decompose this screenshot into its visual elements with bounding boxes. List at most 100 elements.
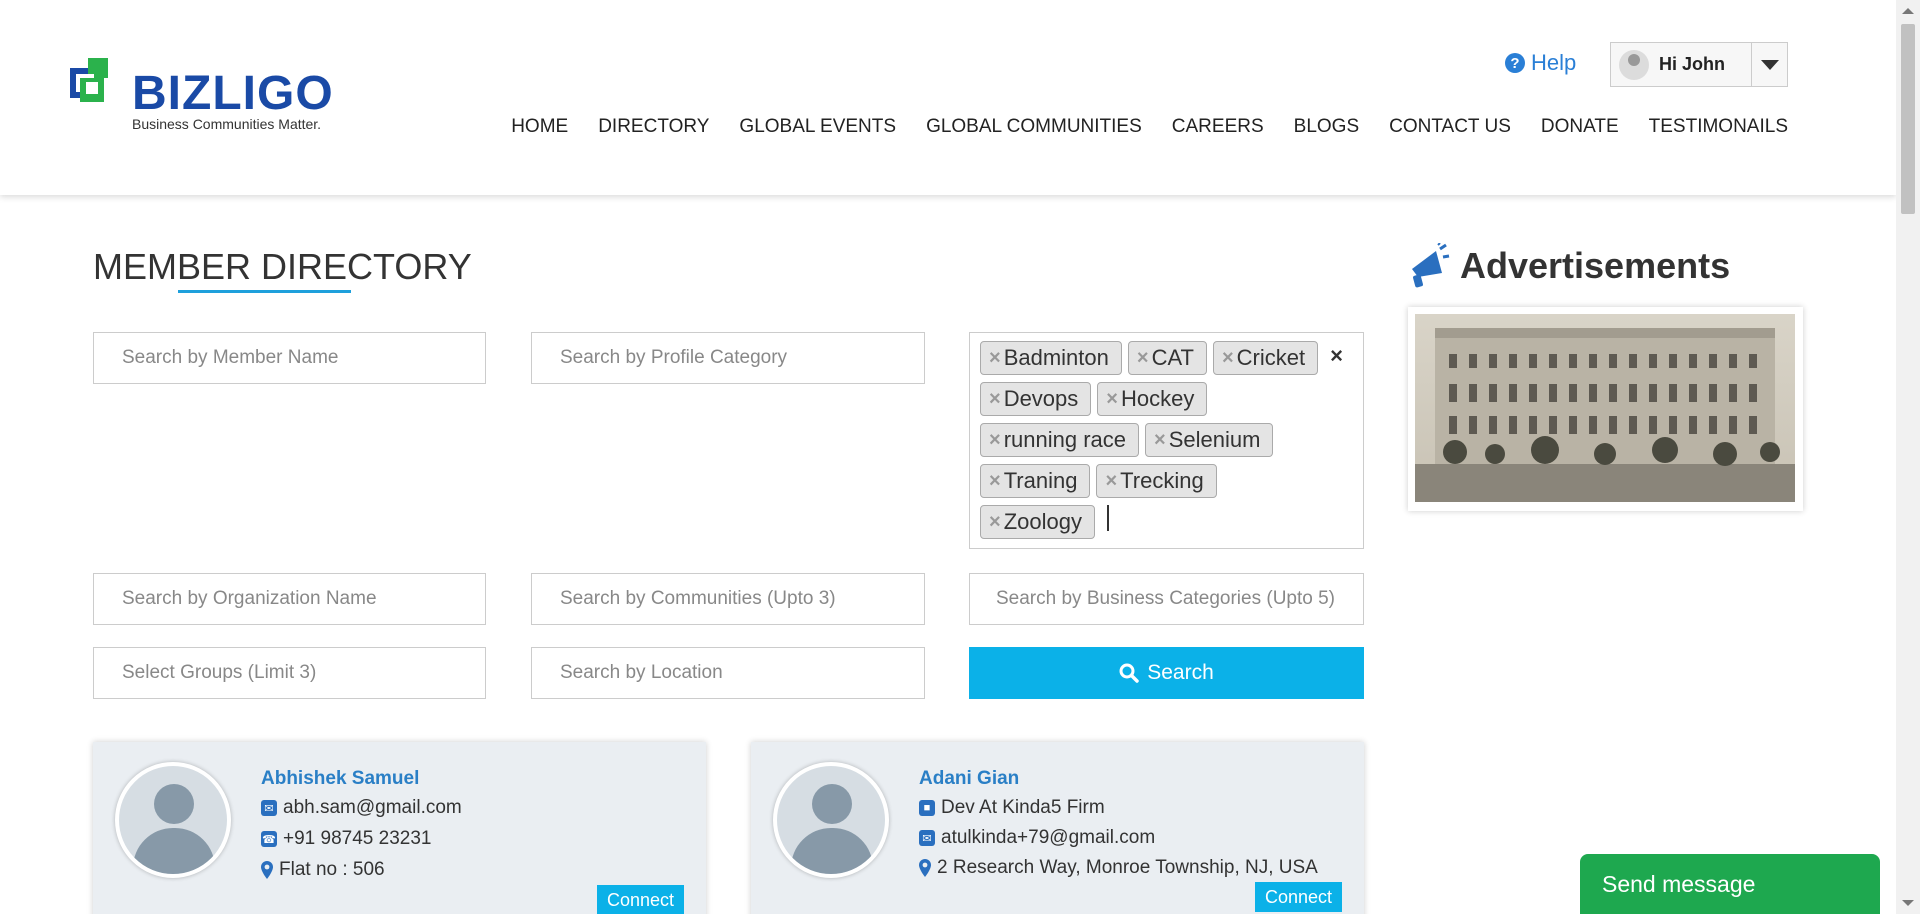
scroll-thumb[interactable] (1901, 24, 1915, 214)
member-phone: ☎ +91 98745 23231 (261, 828, 432, 849)
member-email: ✉ abh.sam@gmail.com (261, 797, 462, 819)
nav-home[interactable]: HOME (511, 116, 568, 138)
tag-chip: × Cricket (1212, 341, 1319, 375)
search-icon (1119, 663, 1139, 683)
member-card: Adani Gian ■ Dev At Kinda5 Firm ✉ atulki… (751, 742, 1364, 914)
title-underline (178, 290, 351, 293)
tag-chip: × Hockey (1097, 382, 1208, 416)
tags-multiselect[interactable]: × Badminton × CAT × Cricket × Devops × Hockey × run… (969, 332, 1364, 549)
tag-remove-icon[interactable]: × (1222, 347, 1234, 370)
nav-global-events[interactable]: GLOBAL EVENTS (739, 116, 896, 138)
business-categories-input[interactable]: Search by Business Categories (Upto 5) (969, 573, 1364, 625)
tag-remove-icon[interactable]: × (989, 429, 1001, 452)
location-input[interactable]: Search by Location (531, 647, 925, 699)
ads-header: Advertisements (1408, 243, 1730, 289)
help-link[interactable]: ? Help (1505, 50, 1576, 76)
connect-button[interactable]: Connect (1255, 882, 1343, 912)
nav-careers[interactable]: CAREERS (1172, 116, 1264, 138)
member-avatar (115, 762, 231, 878)
tag-label: Trecking (1120, 468, 1204, 493)
page: BIZLIGO Business Communities Matter. ? H… (0, 0, 1920, 914)
member-name-input[interactable]: Search by Member Name (93, 332, 486, 384)
site-header: BIZLIGO Business Communities Matter. ? H… (0, 0, 1896, 195)
search-label: Search (1147, 661, 1214, 684)
tag-remove-icon[interactable]: × (989, 388, 1001, 411)
tag-chip: × Badminton (980, 341, 1122, 375)
tag-remove-icon[interactable]: × (989, 470, 1001, 493)
nav-testimonials[interactable]: TESTIMONAILS (1649, 116, 1788, 138)
nav-contact-us[interactable]: CONTACT US (1389, 116, 1511, 138)
nav-donate[interactable]: DONATE (1541, 116, 1619, 138)
member-name[interactable]: Abhishek Samuel (261, 768, 419, 790)
scroll-up-icon[interactable] (1902, 8, 1914, 14)
tag-chip: × CAT (1127, 341, 1207, 375)
connect-button[interactable]: Connect (597, 885, 685, 914)
member-card: Abhishek Samuel ✉ abh.sam@gmail.com ☎ +9… (93, 742, 706, 914)
tag-label: Zoology (1003, 509, 1082, 534)
logo-mark-icon (70, 58, 108, 102)
member-email: ✉ atulkinda+79@gmail.com (919, 827, 1155, 849)
member-name[interactable]: Adani Gian (919, 768, 1019, 790)
tag-remove-icon[interactable]: × (1106, 388, 1118, 411)
tag-input-cursor[interactable] (1106, 505, 1109, 531)
user-menu[interactable]: Hi John (1610, 42, 1788, 87)
member-avatar (773, 762, 889, 878)
tag-remove-icon[interactable]: × (1105, 470, 1117, 493)
tag-label: Devops (1003, 386, 1079, 411)
tag-chip: × Trecking (1096, 464, 1217, 498)
envelope-icon: ✉ (261, 800, 277, 816)
phone-icon: ☎ (261, 831, 277, 847)
user-greeting: Hi John (1659, 54, 1725, 74)
user-menu-toggle[interactable] (1751, 43, 1787, 86)
tag-label: Badminton (1003, 345, 1109, 370)
profile-category-input[interactable]: Search by Profile Category (531, 332, 925, 384)
tag-label: Selenium (1168, 427, 1261, 452)
tag-chip: × Zoology (980, 505, 1095, 539)
selected-tags: × Badminton × CAT × Cricket × Devops × Hockey × run… (980, 341, 1330, 546)
briefcase-icon: ■ (919, 800, 935, 816)
tag-remove-icon[interactable]: × (989, 347, 1001, 370)
tag-chip: × Devops (980, 382, 1092, 416)
help-label: Help (1531, 50, 1577, 75)
megaphone-icon (1412, 243, 1450, 288)
bizligo-logo[interactable]: BIZLIGO Business Communities Matter. (70, 58, 340, 138)
page-scrollbar[interactable] (1896, 0, 1920, 914)
groups-select[interactable]: Select Groups (Limit 3) (93, 647, 486, 699)
nav-blogs[interactable]: BLOGS (1294, 116, 1359, 138)
help-icon: ? (1505, 53, 1525, 73)
member-address: 2 Research Way, Monroe Township, NJ, USA (919, 857, 1318, 879)
tag-label: CAT (1151, 345, 1194, 370)
tag-label: running race (1003, 427, 1126, 452)
nav-global-communities[interactable]: GLOBAL COMMUNITIES (926, 116, 1142, 138)
communities-input[interactable]: Search by Communities (Upto 3) (531, 573, 925, 625)
logo-text: BIZLIGO (132, 67, 334, 120)
caret-down-icon (1760, 59, 1779, 70)
tag-chip: × Traning (980, 464, 1091, 498)
tag-remove-icon[interactable]: × (1137, 347, 1149, 370)
nav-directory[interactable]: DIRECTORY (598, 116, 709, 138)
send-message-button[interactable]: Send message (1580, 854, 1880, 914)
ads-title: Advertisements (1460, 245, 1731, 286)
tag-chip: × running race (980, 423, 1139, 457)
advertisement-image (1415, 314, 1795, 502)
tag-label: Cricket (1236, 345, 1306, 370)
search-button[interactable]: Search (969, 647, 1364, 699)
tag-label: Traning (1003, 468, 1078, 493)
member-address: Flat no : 506 (261, 859, 385, 881)
map-pin-icon (261, 861, 273, 879)
tag-remove-icon[interactable]: × (1154, 429, 1166, 452)
scroll-down-icon[interactable] (1902, 900, 1914, 906)
clear-tags-button[interactable]: × (1330, 343, 1343, 369)
page-title: MEMBER DIRECTORY (93, 246, 472, 287)
organization-input[interactable]: Search by Organization Name (93, 573, 486, 625)
main-nav: HOME DIRECTORY GLOBAL EVENTS GLOBAL COMM… (481, 116, 1788, 138)
tag-chip: × Selenium (1145, 423, 1274, 457)
tag-remove-icon[interactable]: × (989, 511, 1001, 534)
tag-label: Hockey (1120, 386, 1195, 411)
envelope-icon: ✉ (919, 830, 935, 846)
user-avatar (1619, 49, 1649, 80)
logo-tagline: Business Communities Matter. (132, 116, 322, 132)
map-pin-icon (919, 859, 931, 877)
advertisement-banner[interactable] (1408, 307, 1803, 511)
member-organization: ■ Dev At Kinda5 Firm (919, 797, 1105, 819)
